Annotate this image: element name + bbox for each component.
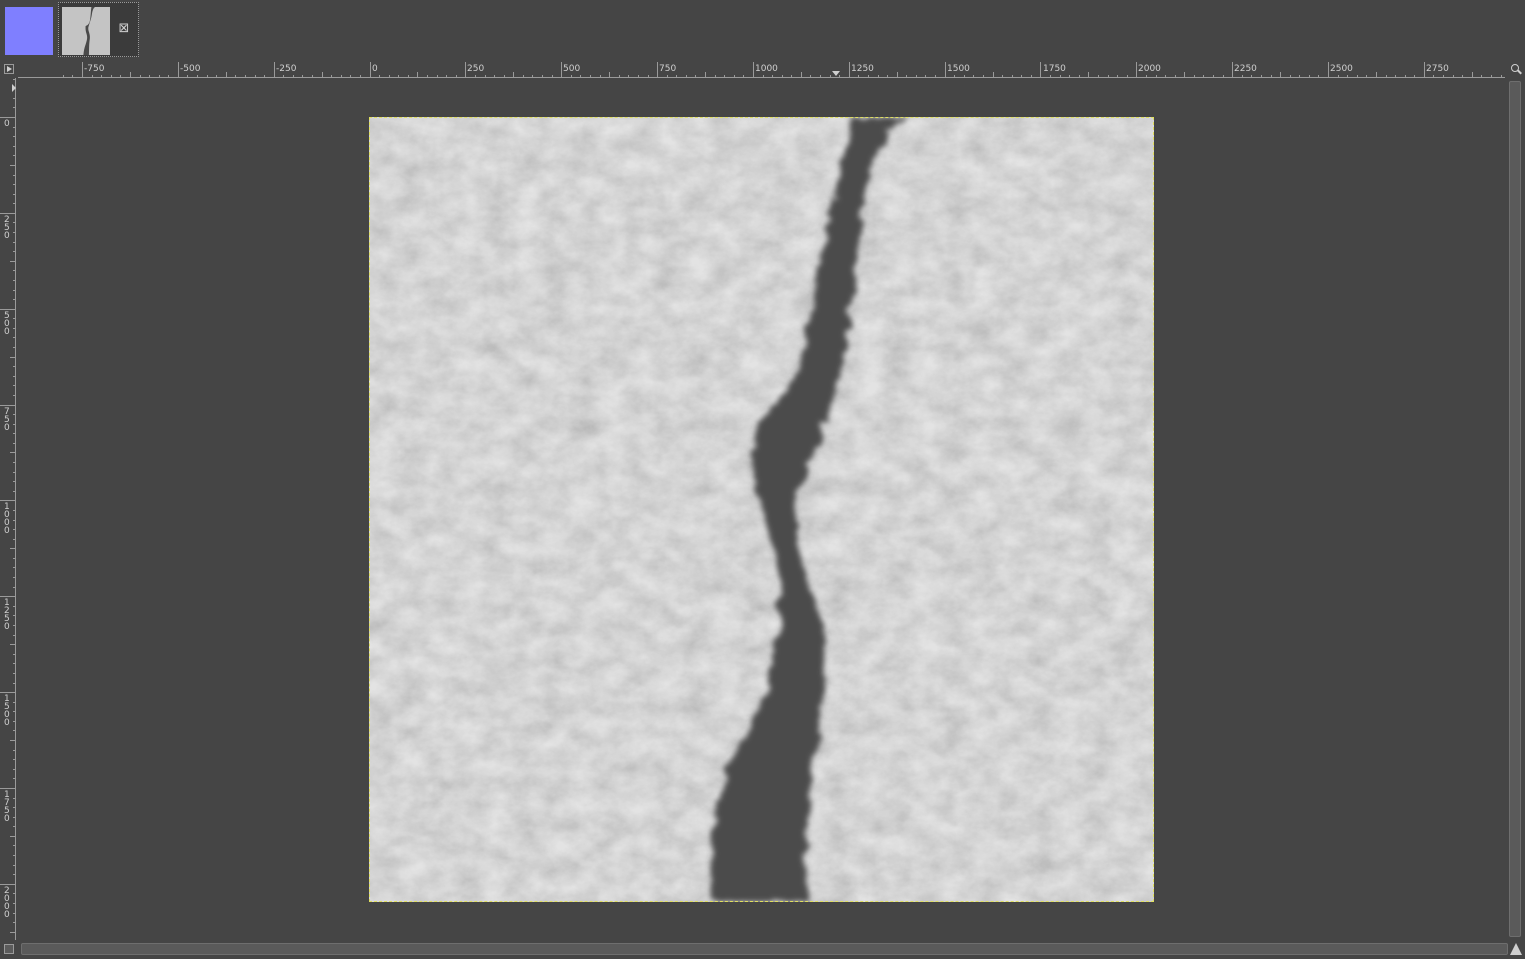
horizontal-ruler-label: -500 [180, 64, 201, 74]
horizontal-ruler-label: -750 [84, 64, 105, 74]
horizontal-scrollbar-thumb[interactable] [21, 943, 1508, 955]
height-map-thumbnail-icon [62, 7, 110, 55]
vertical-ruler-label: 2000 [4, 886, 10, 920]
quick-mask-icon [4, 944, 14, 954]
horizontal-ruler-label: 1250 [851, 64, 874, 74]
vertical-scrollbar[interactable] [1506, 78, 1525, 940]
normal-map-thumbnail-icon [5, 7, 53, 55]
horizontal-ruler-label: 2250 [1234, 64, 1257, 74]
height-map-image [369, 117, 1154, 902]
tab-height-map[interactable]: ⊠ [58, 2, 139, 57]
horizontal-ruler-label: 2750 [1426, 64, 1449, 74]
zoom-icon-handle [1517, 69, 1522, 75]
horizontal-ruler-label: 2500 [1330, 64, 1353, 74]
horizontal-ruler-label: 2000 [1138, 64, 1161, 74]
horizontal-scrollbar[interactable] [18, 940, 1508, 959]
vertical-ruler-label: 1500 [4, 694, 10, 728]
zoom-button[interactable] [1506, 61, 1525, 78]
vertical-ruler-label: 500 [4, 311, 10, 337]
ruler-pointer-marker [832, 71, 840, 76]
horizontal-ruler[interactable]: -750 -500 -250 0 250 500 750 1000 1250 1500 1750 20… [18, 61, 1505, 78]
vertical-ruler[interactable]: 0 250 500 750 1000 1250 1500 1750 2000 [0, 78, 18, 940]
tab-normal-map[interactable] [2, 2, 54, 57]
navigate-button[interactable] [1506, 940, 1525, 959]
quick-mask-toggle[interactable] [0, 940, 18, 959]
menu-arrow-icon [4, 64, 14, 74]
navigate-icon [1510, 943, 1522, 955]
image-tab-strip: ⊠ [0, 0, 1525, 61]
horizontal-ruler-label: 0 [372, 64, 378, 74]
horizontal-ruler-label: 1750 [1043, 64, 1066, 74]
vertical-ruler-label: 750 [4, 407, 10, 433]
horizontal-ruler-label: -250 [276, 64, 297, 74]
horizontal-ruler-label: 250 [467, 64, 484, 74]
horizontal-ruler-scale: -750 -500 -250 0 250 500 750 1000 1250 1500 1750 20… [18, 62, 1505, 78]
ruler-corner-menu-button[interactable] [0, 61, 18, 78]
vertical-scrollbar-thumb[interactable] [1509, 81, 1521, 937]
horizontal-ruler-label: 750 [659, 64, 676, 74]
image-canvas[interactable] [18, 78, 1506, 940]
horizontal-ruler-label: 1000 [755, 64, 778, 74]
horizontal-ruler-label: 500 [563, 64, 580, 74]
vertical-ruler-label: 1750 [4, 790, 10, 824]
vertical-ruler-label: 250 [4, 215, 10, 241]
vertical-ruler-label: 1000 [4, 502, 10, 536]
horizontal-ruler-label: 1500 [947, 64, 970, 74]
vertical-ruler-label: 1250 [4, 598, 10, 632]
vertical-ruler-label: 0 [4, 119, 10, 129]
close-box-icon[interactable]: ⊠ [117, 22, 131, 36]
image-layer[interactable] [369, 117, 1154, 902]
vertical-ruler-scale: 0 2 5 0 5 0 0 7 5 0 1 0 0 0 1 2 5 0 1 5 0 0 1 7 5 0 2 0 0 0 [0, 78, 16, 940]
